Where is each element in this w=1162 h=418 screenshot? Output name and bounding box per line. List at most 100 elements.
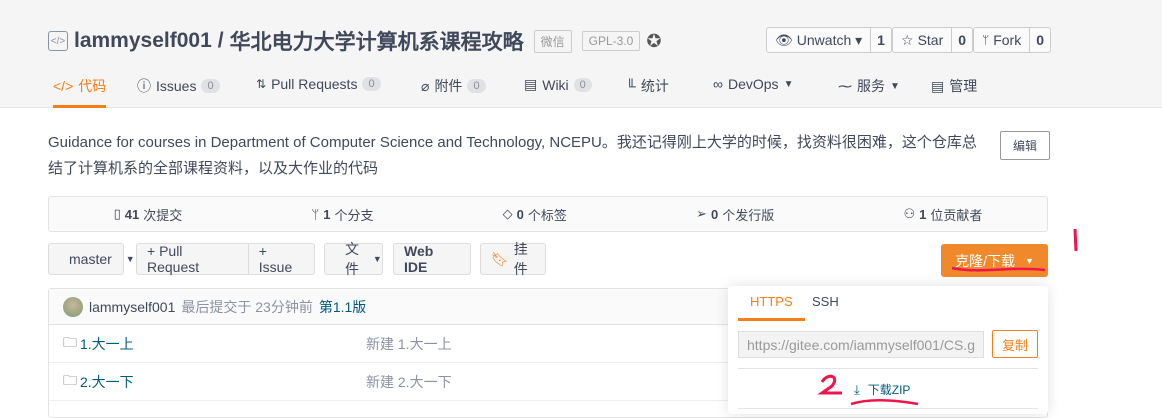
file-name-link[interactable]: 1.大一上 xyxy=(80,334,134,354)
tag-icon: ◇ xyxy=(502,206,513,221)
tab-label: 服务 xyxy=(857,78,885,94)
badge-icon: ✪ xyxy=(646,30,662,51)
star-button[interactable]: ☆ Star 0 xyxy=(892,27,974,53)
edit-description-button[interactable]: 编辑 xyxy=(1000,131,1051,160)
repo-description: Guidance for courses in Department of Co… xyxy=(48,134,977,177)
tab-services[interactable]: ⁓ 服务 ▼ xyxy=(838,76,900,96)
tab-count: 0 xyxy=(201,79,220,93)
repo-stats-bar: ▯ 41 次提交 ᛘ 1 个分支 ◇ 0 个标签 ➢ 0 个发行版 ⚇ 1 位贡献者 xyxy=(48,196,1048,232)
owner-link[interactable]: lammyself001 xyxy=(74,29,212,53)
web-ide-button[interactable]: Web IDE xyxy=(393,243,471,275)
caret-down-icon: ▼ xyxy=(783,78,794,90)
divider xyxy=(738,368,1038,369)
stat-label: 次提交 xyxy=(143,207,183,223)
star-icon: ☆ xyxy=(901,31,914,48)
new-pull-request-button[interactable]: + Pull Request xyxy=(137,243,248,275)
stat-number: 0 xyxy=(711,206,719,222)
repo-icon: </> xyxy=(48,31,68,51)
web-ide-label: Web IDE xyxy=(404,243,434,275)
file-commit-message[interactable]: 新建 1.大一上 xyxy=(366,334,452,354)
tag-license[interactable]: GPL-3.0 xyxy=(581,31,641,51)
tab-pull-requests[interactable]: ⇅ Pull Requests 0 xyxy=(256,76,381,92)
stat-contributors[interactable]: ⚇ 1 位贡献者 xyxy=(903,205,982,224)
eye-icon: 👁 xyxy=(775,31,793,48)
repo-name-link[interactable]: 华北电力大学计算机系课程攻略 xyxy=(230,26,524,56)
tab-label: 统计 xyxy=(640,78,669,94)
settings-doc-icon: ▤ xyxy=(931,77,945,94)
branch-icon: ᛘ xyxy=(311,206,320,222)
stat-releases[interactable]: ➢ 0 个发行版 xyxy=(696,205,774,224)
caret-down-icon: ▼ xyxy=(372,254,382,264)
contributors-icon: ⚇ xyxy=(903,206,916,221)
stat-branches[interactable]: ᛘ 1 个分支 xyxy=(311,205,373,224)
tab-label: 管理 xyxy=(949,78,978,94)
stat-label: 个分支 xyxy=(334,207,374,223)
commit-icon: ▯ xyxy=(113,206,121,221)
tag-wechat[interactable]: 微信 xyxy=(533,29,572,53)
watch-label: Unwatch xyxy=(796,32,852,48)
stat-tags[interactable]: ◇ 0 个标签 xyxy=(503,205,567,224)
infinity-icon: ∞ xyxy=(713,76,723,92)
code-icon: </> xyxy=(53,78,74,94)
book-icon: ▤ xyxy=(524,76,538,92)
new-actions-group: + Pull Request + Issue xyxy=(136,243,315,275)
widget-button[interactable]: 🔖︎ 挂件 xyxy=(480,241,546,277)
tab-label: Pull Requests xyxy=(271,76,358,92)
stat-number: 41 xyxy=(124,206,140,222)
tab-count: 0 xyxy=(467,79,486,93)
fork-button[interactable]: ᛘ Fork 0 xyxy=(973,27,1051,53)
commit-author[interactable]: lammyself001 xyxy=(89,299,175,315)
issue-icon: ⓘ xyxy=(137,78,151,94)
star-count[interactable]: 0 xyxy=(951,28,972,52)
clone-label: 克隆/下载 xyxy=(955,252,1015,269)
send-icon: ➢ xyxy=(696,206,708,221)
fork-count[interactable]: 0 xyxy=(1029,28,1050,52)
stat-commits[interactable]: ▯ 41 次提交 xyxy=(114,205,183,224)
tab-stats[interactable]: ╙ 统计 xyxy=(626,76,669,96)
stat-number: 0 xyxy=(516,206,524,222)
star-label: Star xyxy=(917,32,944,48)
download-icon: ⤓ xyxy=(854,381,860,397)
widget-label: 挂件 xyxy=(513,241,528,277)
tab-code[interactable]: </> 代码 xyxy=(53,76,107,108)
tab-https[interactable]: HTTPS xyxy=(738,294,805,321)
tab-label: Wiki xyxy=(542,76,569,93)
folder-icon: 🗀︎ xyxy=(63,371,77,388)
bookmark-icon: 🔖︎ xyxy=(491,250,509,267)
file-menu-button[interactable]: 文件 ▼ xyxy=(324,241,383,277)
branch-label: master xyxy=(69,251,112,267)
clone-url-input[interactable] xyxy=(738,331,984,358)
tab-attachments[interactable]: ⌀ 附件 0 xyxy=(421,76,486,96)
tab-issues[interactable]: ⓘ Issues 0 xyxy=(137,76,220,96)
avatar[interactable] xyxy=(63,296,83,317)
file-name-link[interactable]: 2.大一下 xyxy=(80,372,134,392)
branch-select[interactable]: master ▼ xyxy=(48,243,135,275)
commit-time: 最后提交于 23分钟前 xyxy=(181,298,313,315)
separator: / xyxy=(217,29,224,52)
tab-label: 附件 xyxy=(434,78,463,94)
new-issue-button[interactable]: + Issue xyxy=(247,243,314,275)
watch-button[interactable]: 👁 Unwatch ▾ 1 xyxy=(766,27,892,53)
stat-label: 个发行版 xyxy=(722,207,775,223)
commit-message[interactable]: 第1.1版 xyxy=(319,297,366,317)
tab-label: DevOps xyxy=(727,76,779,92)
download-zip-link[interactable]: ⤓ 下载ZIP xyxy=(854,381,910,398)
divider xyxy=(738,408,1038,409)
tab-ssh[interactable]: SSH xyxy=(800,294,851,318)
fork-icon: ᛘ xyxy=(982,33,990,47)
repo-title: </> lammyself001 / 华北电力大学计算机系课程攻略 微信 GPL… xyxy=(48,26,661,56)
file-label: 文件 xyxy=(345,241,359,277)
tab-count: 0 xyxy=(362,77,381,91)
fork-label: Fork xyxy=(993,32,1022,48)
tab-manage[interactable]: ▤ 管理 xyxy=(931,76,977,96)
tab-wiki[interactable]: ▤ Wiki 0 xyxy=(524,76,592,93)
folder-icon: 🗀︎ xyxy=(63,333,77,350)
tab-devops[interactable]: ∞ DevOps ▼ xyxy=(713,76,793,92)
watch-count[interactable]: 1 xyxy=(870,28,891,52)
stat-number: 1 xyxy=(919,206,927,222)
copy-url-button[interactable]: 复制 xyxy=(992,330,1038,358)
file-commit-message[interactable]: 新建 2.大一下 xyxy=(366,372,452,392)
clone-dropdown: HTTPS SSH 复制 ⤓ 下载ZIP xyxy=(728,286,1048,414)
clone-download-button[interactable]: 克隆/下载 ▼ xyxy=(941,244,1048,277)
chart-icon: ╙ xyxy=(626,78,636,94)
